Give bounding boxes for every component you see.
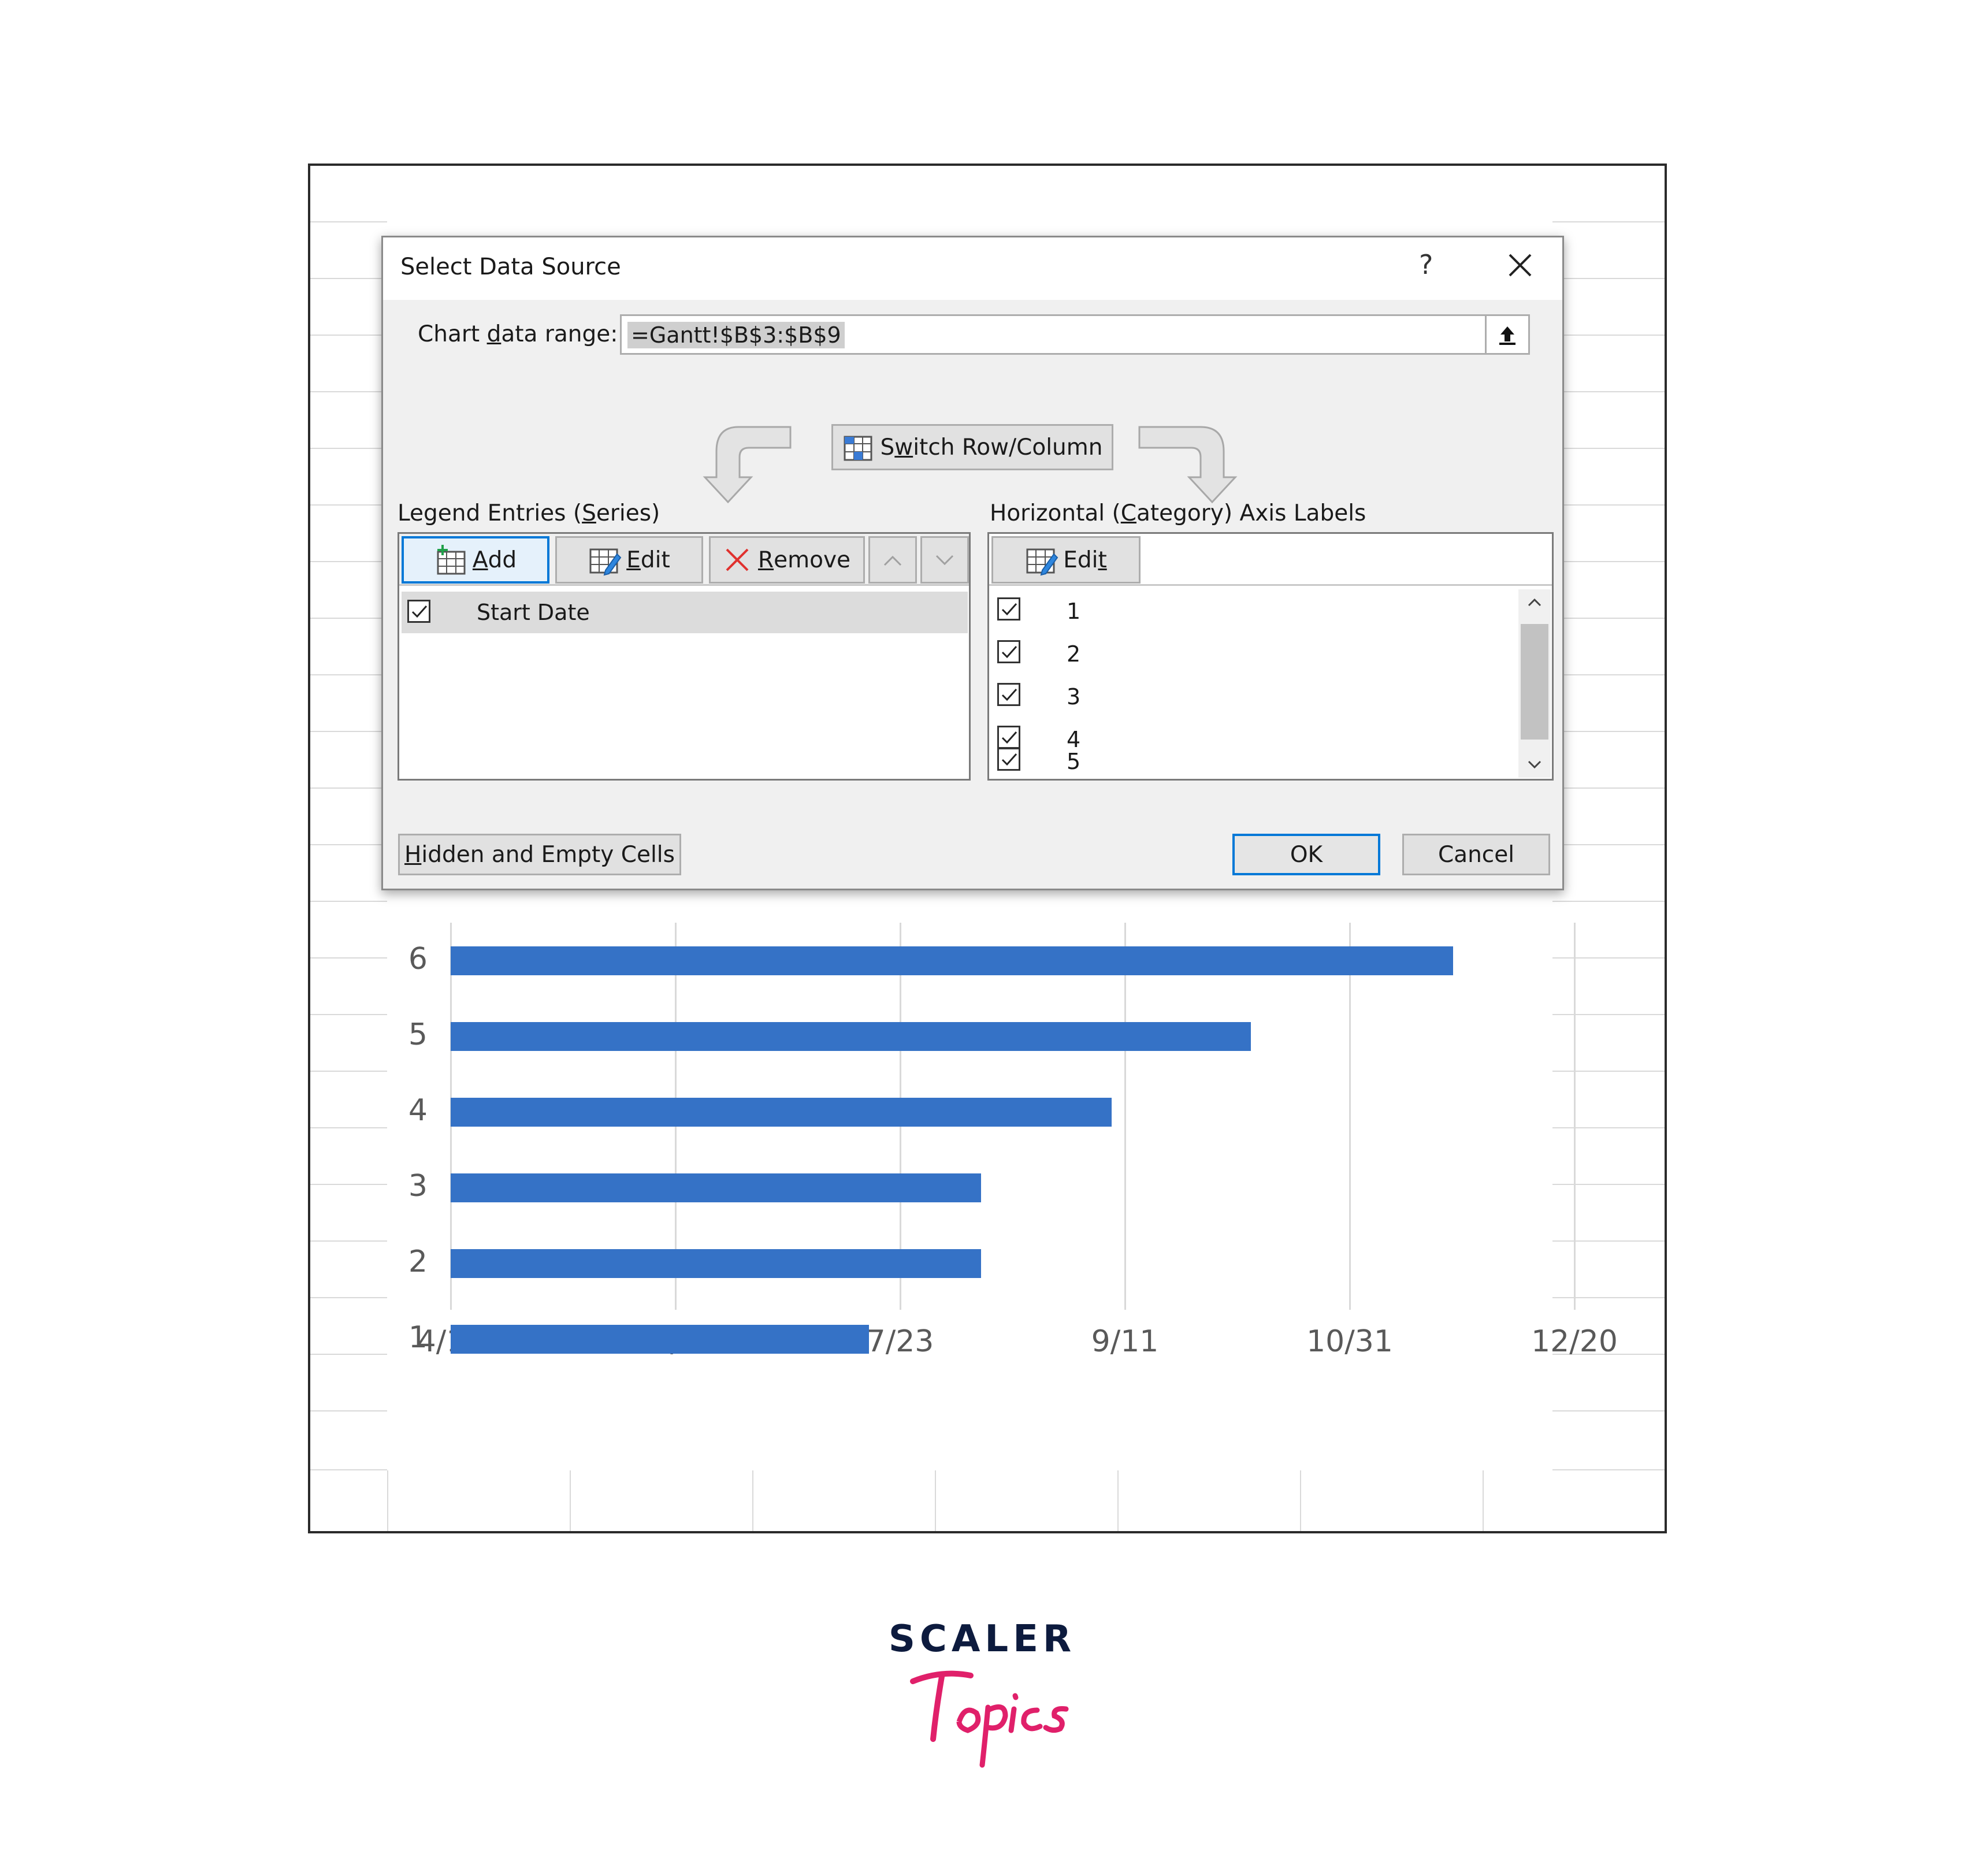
vertical-gridline <box>1574 923 1576 1310</box>
help-button[interactable]: ? <box>1419 249 1433 280</box>
edit-table-icon <box>1026 548 1058 576</box>
axis-label-checkbox[interactable] <box>997 597 1020 621</box>
bar[interactable] <box>451 946 1453 975</box>
axis-labels-list[interactable]: Edi t 1 2 3 4 5 <box>987 532 1554 781</box>
checkmark-icon <box>411 605 428 618</box>
scroll-up-icon[interactable] <box>1525 595 1544 609</box>
axis-label-checkbox[interactable] <box>997 748 1020 771</box>
bar[interactable] <box>451 1325 869 1354</box>
chart-data-range-value: =Gantt!$B$3:$B$9 <box>627 322 845 348</box>
axis-label-text: 3 <box>1067 684 1081 709</box>
list-item[interactable]: 5 <box>991 740 1511 778</box>
curved-arrow-right-icon <box>1138 426 1238 504</box>
y-tick-label: 6 <box>408 942 428 976</box>
close-icon[interactable] <box>1503 248 1537 283</box>
y-tick-label: 5 <box>408 1017 428 1052</box>
vertical-scrollbar[interactable] <box>1518 589 1551 778</box>
axis-labels-header: Horizontal (Category) Axis Labels <box>990 500 1366 526</box>
list-item[interactable]: 2 <box>991 632 1511 675</box>
remove-x-icon <box>726 548 749 571</box>
switch-row-column-button[interactable]: Sw itch Row/Column <box>831 424 1113 470</box>
checkmark-icon <box>1001 646 1017 659</box>
chart-data-range-label: Chart data range: <box>418 321 618 347</box>
series-label: Start Date <box>477 600 590 625</box>
bar[interactable] <box>451 1098 1112 1127</box>
ok-button[interactable]: OK <box>1232 834 1380 875</box>
y-tick-label: 3 <box>408 1169 428 1203</box>
remove-series-button[interactable]: Remove <box>709 536 865 584</box>
topics-logo-script <box>910 1670 1069 1768</box>
legend-entries-list[interactable]: Add Edit Remove Start Date <box>398 532 971 781</box>
list-item[interactable]: Start Date <box>402 592 968 633</box>
x-tick-label: 12/20 <box>1531 1324 1618 1359</box>
move-up-button[interactable] <box>868 536 917 584</box>
chart-data-range-input[interactable]: =Gantt!$B$3:$B$9 <box>620 314 1530 355</box>
move-down-button[interactable] <box>920 536 969 584</box>
list-item[interactable]: 3 <box>991 675 1511 718</box>
x-tick-label: 10/31 <box>1306 1324 1393 1359</box>
vertical-gridline <box>1124 923 1126 1310</box>
vertical-gridline <box>1349 923 1351 1310</box>
series-checkbox[interactable] <box>407 600 430 623</box>
y-tick-label: 1 <box>408 1320 428 1355</box>
edit-axis-labels-button[interactable]: Edi t <box>991 536 1141 584</box>
add-table-icon <box>437 545 466 575</box>
switch-row-column-icon <box>844 436 872 461</box>
checkmark-icon <box>1001 689 1017 701</box>
bar[interactable] <box>451 1173 982 1202</box>
edit-table-icon <box>589 548 622 576</box>
bar[interactable] <box>451 1022 1251 1051</box>
axis-label-text: 1 <box>1067 599 1081 624</box>
cancel-button[interactable]: Cancel <box>1402 834 1550 875</box>
y-tick-label: 4 <box>408 1093 428 1128</box>
legend-entries-header: Legend Entries (Series) <box>398 500 660 526</box>
select-data-source-dialog: Select Data Source ? Chart data range: =… <box>381 236 1564 890</box>
scroll-down-icon[interactable] <box>1525 758 1544 772</box>
chevron-up-icon <box>883 555 902 566</box>
axis-label-checkbox[interactable] <box>997 683 1020 706</box>
add-series-button[interactable]: Add <box>402 536 549 584</box>
checkmark-icon <box>1001 753 1017 766</box>
edit-series-button[interactable]: Edit <box>555 536 703 584</box>
y-tick-label: 2 <box>408 1245 428 1279</box>
scrollbar-thumb[interactable] <box>1521 624 1548 740</box>
scaler-logo-text: SCALER <box>888 1618 1076 1660</box>
upload-arrow-icon <box>1499 326 1515 345</box>
axis-label-checkbox[interactable] <box>997 640 1020 663</box>
chevron-down-icon <box>935 555 954 566</box>
hidden-empty-cells-button[interactable]: Hidden and Empty Cells <box>398 834 681 875</box>
axis-label-text: 5 <box>1067 749 1081 774</box>
curved-arrow-left-icon <box>703 426 792 504</box>
dialog-titlebar: Select Data Source ? <box>383 237 1562 300</box>
x-tick-label: 9/11 <box>1091 1324 1159 1359</box>
list-item[interactable]: 1 <box>991 589 1511 632</box>
bar[interactable] <box>451 1249 982 1278</box>
collapse-dialog-button[interactable] <box>1485 316 1528 353</box>
axis-label-text: 2 <box>1067 641 1081 667</box>
dialog-title: Select Data Source <box>400 254 621 280</box>
checkmark-icon <box>1001 603 1017 616</box>
